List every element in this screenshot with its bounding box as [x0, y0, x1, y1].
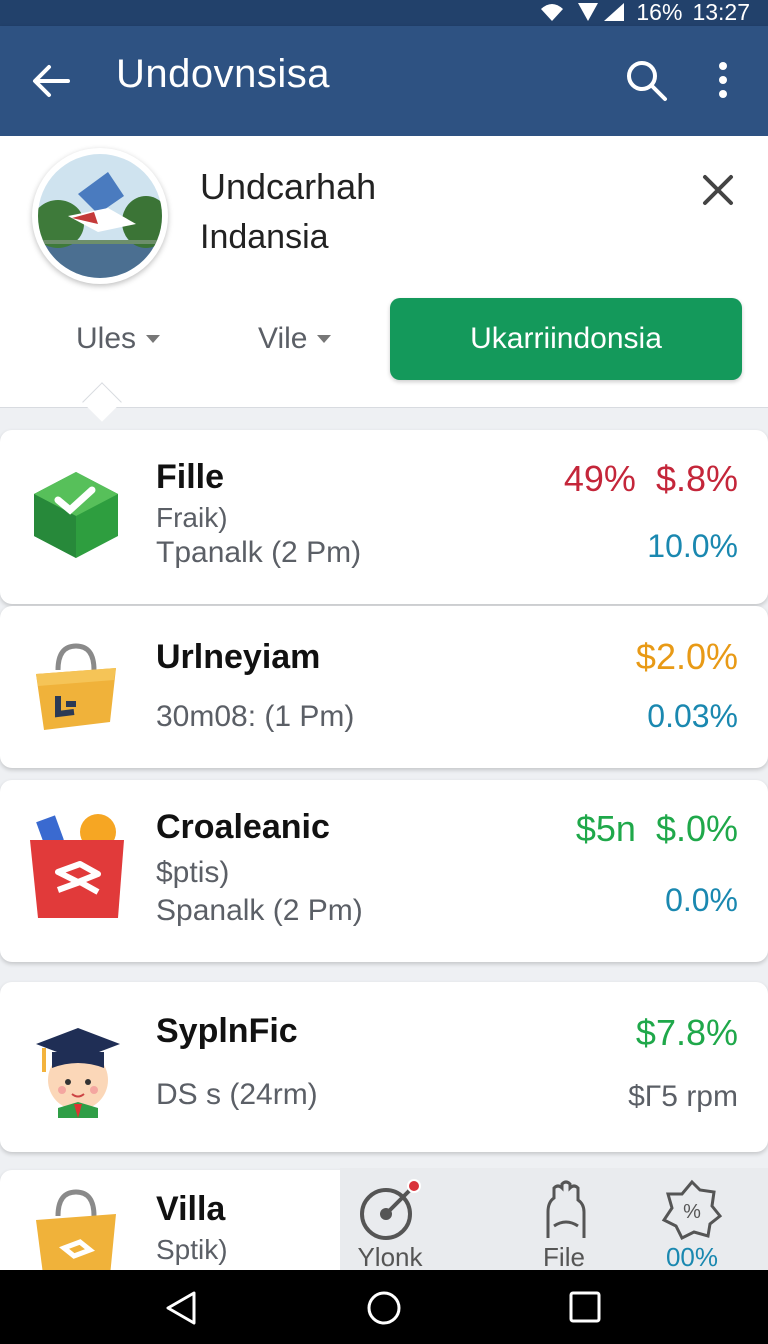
item-subtitle: Fraik) [156, 502, 228, 533]
item-value-c: $Γ5 rpm [628, 1080, 738, 1113]
graduate-avatar-icon [36, 1028, 120, 1118]
item-meta: DS s (24rm) [156, 1078, 318, 1111]
item-value-c: 0.03% [647, 698, 738, 734]
back-arrow-icon[interactable] [30, 60, 72, 102]
item-values-top: 49% $.8% [564, 458, 738, 500]
red-bag-icon [30, 814, 124, 918]
green-box-icon [34, 472, 118, 558]
item-title: Croaleanic [156, 808, 330, 846]
search-icon[interactable] [624, 58, 668, 102]
app-title: Undovnsisa [116, 52, 331, 96]
chevron-down-icon [146, 335, 161, 343]
filter-dropdown-ules[interactable]: Ules [76, 322, 161, 356]
nav-back-icon[interactable] [164, 1290, 198, 1326]
nav-item-file[interactable]: File [514, 1178, 614, 1273]
nav-label: File [543, 1242, 585, 1272]
avatar[interactable] [32, 148, 168, 284]
item-title: Fille [156, 458, 225, 496]
item-value-a: $2.0% [635, 636, 738, 677]
nav-recents-icon[interactable] [568, 1290, 602, 1324]
item-value-b: $.8% [655, 458, 738, 499]
chevron-down-icon [317, 335, 332, 343]
list-item[interactable]: Croaleanic $ptis) Spanalk (2 Pm) $5n $.0… [0, 780, 768, 962]
item-title: Villa [156, 1190, 226, 1228]
item-value-b: $.0% [655, 808, 738, 849]
profile-header: Undcarhah Indansia Ules Vile Ukarriindon… [0, 136, 768, 422]
nav-label: Ylonk [357, 1242, 423, 1272]
profile-name-line1: Undcarhah [200, 166, 377, 207]
list-item[interactable]: SyplnFic DS s (24rm) $7.8% $Γ5 rpm [0, 982, 768, 1152]
item-subtitle: $ptis) [156, 856, 230, 889]
discount-tag-icon: % [661, 1179, 723, 1241]
svg-text:%: % [683, 1201, 701, 1223]
primary-action-button[interactable]: Ukarriindonsia [390, 298, 742, 380]
nav-item-percent[interactable]: % 00% [642, 1178, 742, 1273]
item-meta: Tpanalk (2 Pm) [156, 536, 362, 569]
hand-icon [546, 1180, 586, 1238]
item-meta: 30m08: (1 Pm) [156, 700, 355, 733]
item-value-a: $5n [575, 808, 636, 849]
item-value-c: 0.0% [665, 882, 738, 918]
app-bar: Undovnsisa [0, 26, 768, 136]
list-item[interactable]: Fille Fraik) Tpanalk (2 Pm) 49% $.8% 10.… [0, 430, 768, 604]
nav-label: 00% [665, 1242, 719, 1272]
battery-percent: 16% [636, 0, 683, 25]
list-item[interactable]: Urlneyiam 30m08: (1 Pm) $2.0% 0.03% [0, 606, 768, 768]
signal-icon [578, 3, 625, 21]
system-navigation-bar [0, 1270, 768, 1344]
item-title: SyplnFic [156, 1012, 298, 1050]
close-icon[interactable] [700, 172, 736, 208]
bottom-navigation: Ylonk File % 00% [340, 1168, 768, 1273]
filter-dropdown-vile[interactable]: Vile [258, 322, 332, 356]
shopping-bag-icon [36, 643, 116, 730]
profile-name-line2: Indansia [200, 218, 329, 256]
target-icon [360, 1179, 421, 1240]
filter-label: Vile [258, 322, 308, 355]
status-bar: 16% 13:27 [0, 0, 768, 26]
item-value-a: $7.8% [635, 1012, 738, 1053]
item-subtitle: Sptik) [156, 1234, 228, 1265]
selection-pointer [82, 382, 122, 422]
more-vert-icon[interactable] [708, 58, 738, 102]
item-value-a: 49% [563, 458, 636, 499]
item-title: Urlneyiam [156, 638, 321, 676]
shopping-bag-icon [36, 1189, 116, 1282]
item-values-top: $5n $.0% [576, 808, 738, 850]
item-value-c: 10.0% [647, 528, 738, 564]
item-meta: Spanalk (2 Pm) [156, 894, 363, 927]
wifi-icon [541, 4, 564, 21]
filter-label: Ules [76, 322, 137, 355]
landscape-image [38, 154, 162, 278]
nav-home-icon[interactable] [366, 1290, 402, 1326]
nav-item-ylonk[interactable]: Ylonk [340, 1178, 440, 1273]
clock: 13:27 [692, 0, 750, 25]
